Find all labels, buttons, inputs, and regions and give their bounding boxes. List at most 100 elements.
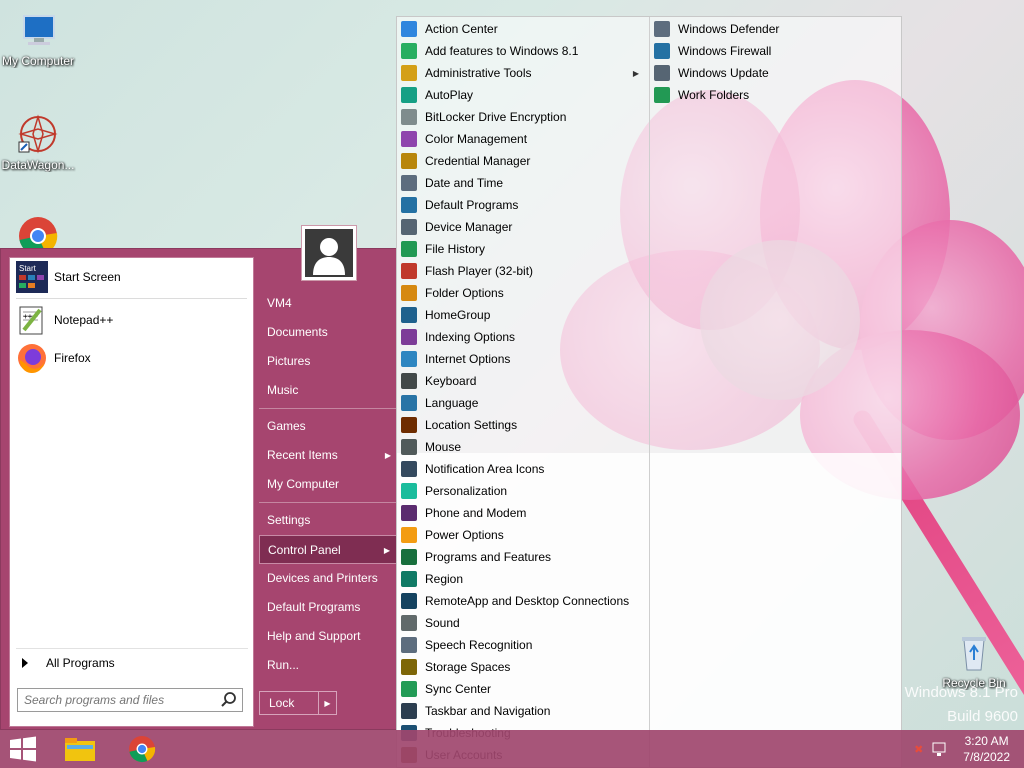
bitlocker-drive-encryption-icon	[401, 109, 417, 125]
cp-item-location-settings[interactable]: Location Settings	[397, 414, 649, 436]
clock-date: 7/8/2022	[963, 750, 1010, 764]
start-item-my-computer[interactable]: My Computer	[259, 470, 397, 499]
cp-item-sound[interactable]: Sound	[397, 612, 649, 634]
cp-item-work-folders[interactable]: Work Folders	[650, 84, 902, 106]
device-manager-icon	[401, 219, 417, 235]
administrative-tools-icon	[401, 65, 417, 81]
start-menu-right-pane: VM4 Documents Pictures Music Games Recen…	[259, 289, 397, 680]
add-features-to-windows-8-1-icon	[401, 43, 417, 59]
divider	[16, 298, 247, 299]
start-item-games[interactable]: Games	[259, 412, 397, 441]
sound-icon	[401, 615, 417, 631]
divider	[259, 502, 397, 503]
cp-item-programs-and-features[interactable]: Programs and Features	[397, 546, 649, 568]
windows-defender-icon	[654, 21, 670, 37]
volume-muted-icon[interactable]: ✖	[914, 743, 923, 756]
cp-item-keyboard[interactable]: Keyboard	[397, 370, 649, 392]
cp-item-storage-spaces[interactable]: Storage Spaces	[397, 656, 649, 678]
start-item-run[interactable]: Run...	[259, 651, 397, 680]
start-item-recent-items[interactable]: Recent Items ▶	[259, 441, 397, 470]
cp-item-sync-center[interactable]: Sync Center	[397, 678, 649, 700]
svg-text:++: ++	[23, 312, 33, 321]
notepadpp-icon: ++	[16, 304, 48, 336]
cp-item-mouse[interactable]: Mouse	[397, 436, 649, 458]
submenu-arrow-icon: ▶	[383, 546, 390, 555]
taskbar: ✖ 3:20 AM 7/8/2022	[0, 730, 1024, 768]
phone-and-modem-icon	[401, 505, 417, 521]
pinned-notepadpp[interactable]: ++ Notepad++	[10, 301, 253, 339]
cp-item-color-management[interactable]: Color Management	[397, 128, 649, 150]
search-input[interactable]	[18, 693, 220, 707]
cp-item-windows-firewall[interactable]: Windows Firewall	[650, 40, 902, 62]
computer-icon	[16, 8, 60, 52]
folder-icon	[65, 738, 95, 761]
lock-options-arrow-icon[interactable]: ▶	[318, 692, 336, 714]
cp-item-date-and-time[interactable]: Date and Time	[397, 172, 649, 194]
file-history-icon	[401, 241, 417, 257]
pinned-start-screen[interactable]: Start Start Screen	[10, 258, 253, 296]
start-item-documents[interactable]: Documents	[259, 318, 397, 347]
cp-item-internet-options[interactable]: Internet Options	[397, 348, 649, 370]
taskbar-chrome[interactable]	[118, 733, 166, 765]
cp-item-homegroup[interactable]: HomeGroup	[397, 304, 649, 326]
start-item-devices-printers[interactable]: Devices and Printers	[259, 564, 397, 593]
cp-item-device-manager[interactable]: Device Manager	[397, 216, 649, 238]
cp-item-language[interactable]: Language	[397, 392, 649, 414]
clock[interactable]: 3:20 AM 7/8/2022	[963, 733, 1010, 765]
programs-and-features-icon	[401, 549, 417, 565]
cp-item-flash-player-32-bit[interactable]: Flash Player (32-bit)	[397, 260, 649, 282]
homegroup-icon	[401, 307, 417, 323]
desktop-icon-datawagon[interactable]: DataWagon...	[0, 112, 76, 172]
desktop-icon-recycle-bin[interactable]: Recycle Bin	[936, 630, 1012, 690]
cp-item-action-center[interactable]: Action Center	[397, 18, 649, 40]
start-item-pictures[interactable]: Pictures	[259, 347, 397, 376]
start-item-control-panel[interactable]: Control Panel ▶	[259, 535, 397, 564]
start-item-settings[interactable]: Settings	[259, 506, 397, 535]
region-icon	[401, 571, 417, 587]
start-item-music[interactable]: Music	[259, 376, 397, 405]
work-folders-icon	[654, 87, 670, 103]
cp-item-personalization[interactable]: Personalization	[397, 480, 649, 502]
cp-item-administrative-tools[interactable]: Administrative Tools ▶	[397, 62, 649, 84]
desktop-icon-my-computer[interactable]: My Computer	[0, 8, 76, 68]
start-button[interactable]	[8, 736, 40, 762]
indexing-options-icon	[401, 329, 417, 345]
cp-item-notification-area-icons[interactable]: Notification Area Icons	[397, 458, 649, 480]
windows-update-icon	[654, 65, 670, 81]
watermark-build: Build 9600	[947, 708, 1018, 725]
taskbar-file-explorer[interactable]	[56, 733, 104, 765]
network-icon[interactable]	[931, 741, 947, 757]
cp-item-autoplay[interactable]: AutoPlay	[397, 84, 649, 106]
cp-item-indexing-options[interactable]: Indexing Options	[397, 326, 649, 348]
cp-item-default-programs[interactable]: Default Programs	[397, 194, 649, 216]
all-programs-button[interactable]: All Programs	[16, 648, 248, 674]
search-icon[interactable]	[220, 691, 238, 709]
cp-item-power-options[interactable]: Power Options	[397, 524, 649, 546]
taskbar-and-navigation-icon	[401, 703, 417, 719]
cp-item-speech-recognition[interactable]: Speech Recognition	[397, 634, 649, 656]
flash-player-32-bit-icon	[401, 263, 417, 279]
cp-item-folder-options[interactable]: Folder Options	[397, 282, 649, 304]
start-item-help-support[interactable]: Help and Support	[259, 622, 397, 651]
start-item-default-programs[interactable]: Default Programs	[259, 593, 397, 622]
windows-firewall-icon	[654, 43, 670, 59]
cp-item-remoteapp-and-desktop-connections[interactable]: RemoteApp and Desktop Connections	[397, 590, 649, 612]
cp-item-windows-defender[interactable]: Windows Defender	[650, 18, 902, 40]
cp-item-credential-manager[interactable]: Credential Manager	[397, 150, 649, 172]
cp-item-region[interactable]: Region	[397, 568, 649, 590]
personalization-icon	[401, 483, 417, 499]
user-avatar[interactable]	[301, 225, 357, 281]
datawagon-icon	[16, 112, 60, 156]
cp-item-windows-update[interactable]: Windows Update	[650, 62, 902, 84]
cp-item-taskbar-and-navigation[interactable]: Taskbar and Navigation	[397, 700, 649, 722]
cp-item-bitlocker-drive-encryption[interactable]: BitLocker Drive Encryption	[397, 106, 649, 128]
lock-button[interactable]: Lock ▶	[259, 691, 337, 715]
mouse-icon	[401, 439, 417, 455]
cp-item-add-features-to-windows-8-1[interactable]: Add features to Windows 8.1	[397, 40, 649, 62]
cp-item-file-history[interactable]: File History	[397, 238, 649, 260]
chevron-right-icon	[22, 657, 28, 668]
cp-item-phone-and-modem[interactable]: Phone and Modem	[397, 502, 649, 524]
notification-area-icons-icon	[401, 461, 417, 477]
pinned-firefox[interactable]: Firefox	[10, 339, 253, 377]
start-item-vm4[interactable]: VM4	[259, 289, 397, 318]
